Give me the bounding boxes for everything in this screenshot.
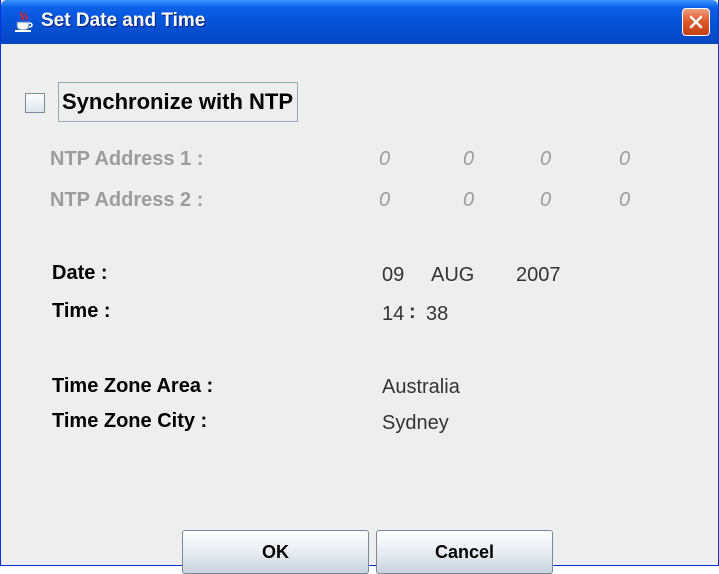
ntp-address-1-octet-1[interactable]: 0: [379, 148, 390, 171]
time-hour[interactable]: 14: [382, 303, 404, 326]
time-label: Time :: [52, 300, 111, 322]
dialog-window: Set Date and Time Synchronize with NTP N…: [0, 0, 719, 574]
ntp-address-2-octet-4[interactable]: 0: [619, 189, 630, 212]
sync-ntp-label[interactable]: Synchronize with NTP: [58, 82, 299, 122]
ntp-address-1-label: NTP Address 1 :: [50, 148, 204, 170]
date-label: Date :: [52, 262, 108, 284]
time-zone-area-label: Time Zone Area :: [52, 375, 214, 397]
time-zone-city-label: Time Zone City :: [52, 410, 208, 432]
cancel-button[interactable]: Cancel: [376, 530, 553, 574]
close-button[interactable]: [682, 8, 710, 36]
date-day[interactable]: 09: [382, 264, 404, 287]
close-icon: [689, 15, 703, 29]
ntp-address-2-octet-2[interactable]: 0: [463, 189, 474, 212]
ok-button[interactable]: OK: [182, 530, 369, 574]
java-cup-icon: [13, 11, 35, 33]
ntp-address-2-octet-1[interactable]: 0: [379, 189, 390, 212]
time-zone-area-value[interactable]: Australia: [382, 376, 460, 399]
ntp-address-1-octet-4[interactable]: 0: [619, 148, 630, 171]
ntp-address-2-octet-3[interactable]: 0: [540, 189, 551, 212]
dialog-content: Synchronize with NTP NTP Address 1 : 0 0…: [1, 44, 718, 574]
window-title: Set Date and Time: [41, 10, 206, 31]
ntp-address-2-label: NTP Address 2 :: [50, 189, 204, 211]
title-bar[interactable]: Set Date and Time: [1, 0, 718, 44]
time-zone-city-value[interactable]: Sydney: [382, 412, 449, 435]
time-separator: :: [409, 301, 416, 323]
date-year[interactable]: 2007: [516, 264, 561, 287]
time-minute[interactable]: 38: [426, 303, 448, 326]
ntp-address-1-octet-2[interactable]: 0: [463, 148, 474, 171]
ntp-address-1-octet-3[interactable]: 0: [540, 148, 551, 171]
date-month[interactable]: AUG: [431, 264, 474, 287]
sync-ntp-checkbox[interactable]: [25, 93, 45, 113]
